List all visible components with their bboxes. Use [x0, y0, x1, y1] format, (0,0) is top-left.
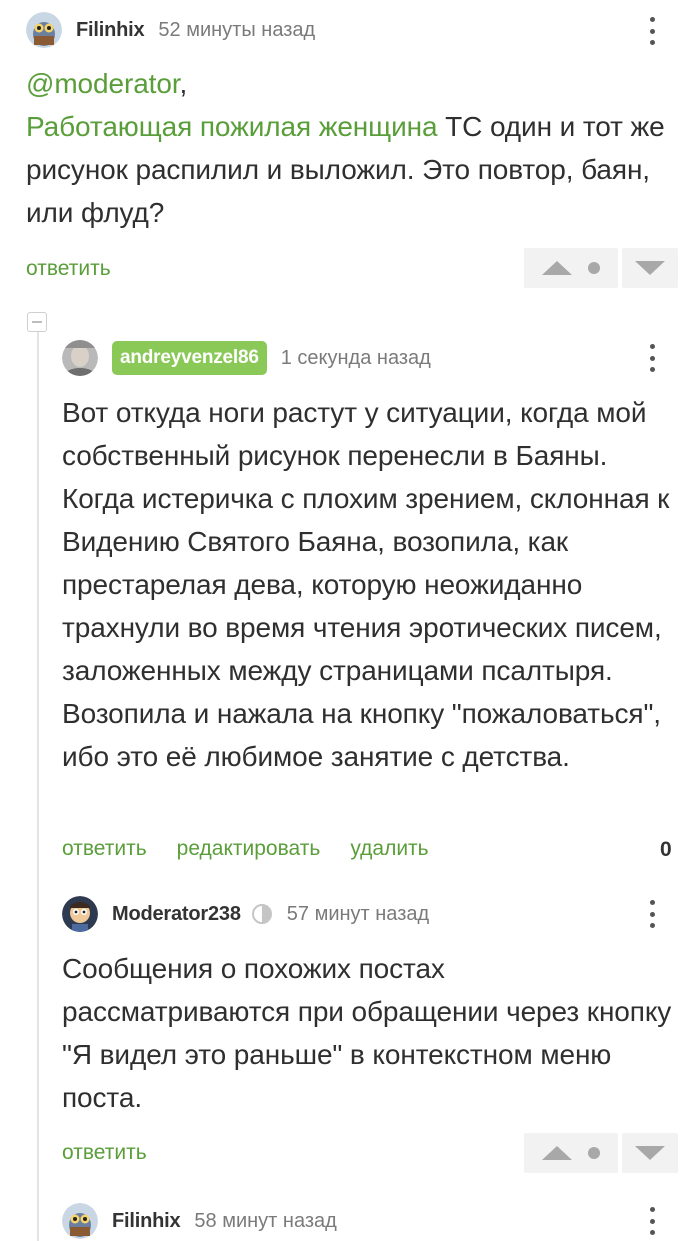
edit-button[interactable]: редактировать	[177, 837, 321, 861]
more-vertical-icon[interactable]	[645, 897, 659, 931]
vote-up-button[interactable]	[524, 1133, 618, 1173]
reply-button[interactable]: ответить	[62, 837, 147, 861]
moderator-shield-icon	[251, 904, 272, 924]
avatar[interactable]	[62, 1203, 98, 1239]
user-photo-avatar-icon	[62, 340, 98, 376]
username[interactable]: Moderator238	[112, 903, 241, 926]
moderator-avatar-icon	[62, 896, 98, 932]
more-vertical-icon[interactable]	[645, 341, 659, 375]
comment-body: Вот откуда ноги растут у ситуации, когда…	[62, 397, 670, 772]
delete-button[interactable]: удалить	[350, 837, 428, 861]
comment-actions: ответить	[26, 257, 141, 281]
comment-header: Filinhix 52 минуты назад	[26, 10, 315, 50]
comment-actions: ответить	[62, 1141, 177, 1165]
timestamp: 58 минут назад	[194, 1209, 337, 1232]
thread-line[interactable]	[37, 322, 39, 1241]
vote-down-icon	[635, 1146, 665, 1160]
owl-avatar-icon	[62, 1203, 98, 1239]
mention-suffix: ,	[179, 68, 188, 99]
owl-avatar-icon	[26, 12, 62, 48]
collapse-icon[interactable]	[27, 312, 47, 332]
more-vertical-icon[interactable]	[645, 1204, 659, 1238]
more-vertical-icon[interactable]	[645, 14, 659, 48]
vote-up-button[interactable]	[524, 248, 618, 288]
avatar[interactable]	[26, 12, 62, 48]
vote-down-button[interactable]	[622, 248, 678, 288]
comment-body: Сообщения о похожих постах рассматривают…	[62, 953, 672, 1113]
vote-down-button[interactable]	[622, 1133, 678, 1173]
timestamp: 1 секунда назад	[280, 346, 431, 369]
mention-link[interactable]: @moderator	[26, 68, 180, 99]
rating-value: 0	[660, 838, 672, 861]
comment-header: Moderator238 57 минут назад	[62, 894, 429, 934]
comment-body: @moderator, Работающая пожилая женщина Т…	[26, 62, 676, 234]
timestamp: 57 минут назад	[286, 902, 430, 925]
vote-up-icon	[542, 261, 572, 275]
reply-button[interactable]: ответить	[62, 1141, 147, 1165]
vote-up-icon	[542, 1146, 572, 1160]
rating-dot-icon	[588, 262, 600, 274]
username-badge[interactable]: andreyvenzel86	[112, 341, 267, 375]
username[interactable]: Filinhix	[76, 19, 145, 42]
reply-button[interactable]: ответить	[26, 257, 111, 281]
vote-box	[524, 248, 678, 288]
vote-down-icon	[635, 261, 665, 275]
timestamp: 52 минуты назад	[158, 18, 316, 41]
user-link[interactable]: Работающая пожилая женщина	[26, 111, 438, 142]
comment-header: Filinhix 58 минут назад	[62, 1201, 337, 1241]
vote-box	[524, 1133, 678, 1173]
rating-dot-icon	[588, 1147, 600, 1159]
comment-header: andreyvenzel86 1 секунда назад	[62, 338, 431, 378]
comment-actions: ответить редактировать удалить	[62, 837, 459, 861]
avatar[interactable]	[62, 896, 98, 932]
avatar[interactable]	[62, 340, 98, 376]
username[interactable]: Filinhix	[112, 1210, 181, 1233]
